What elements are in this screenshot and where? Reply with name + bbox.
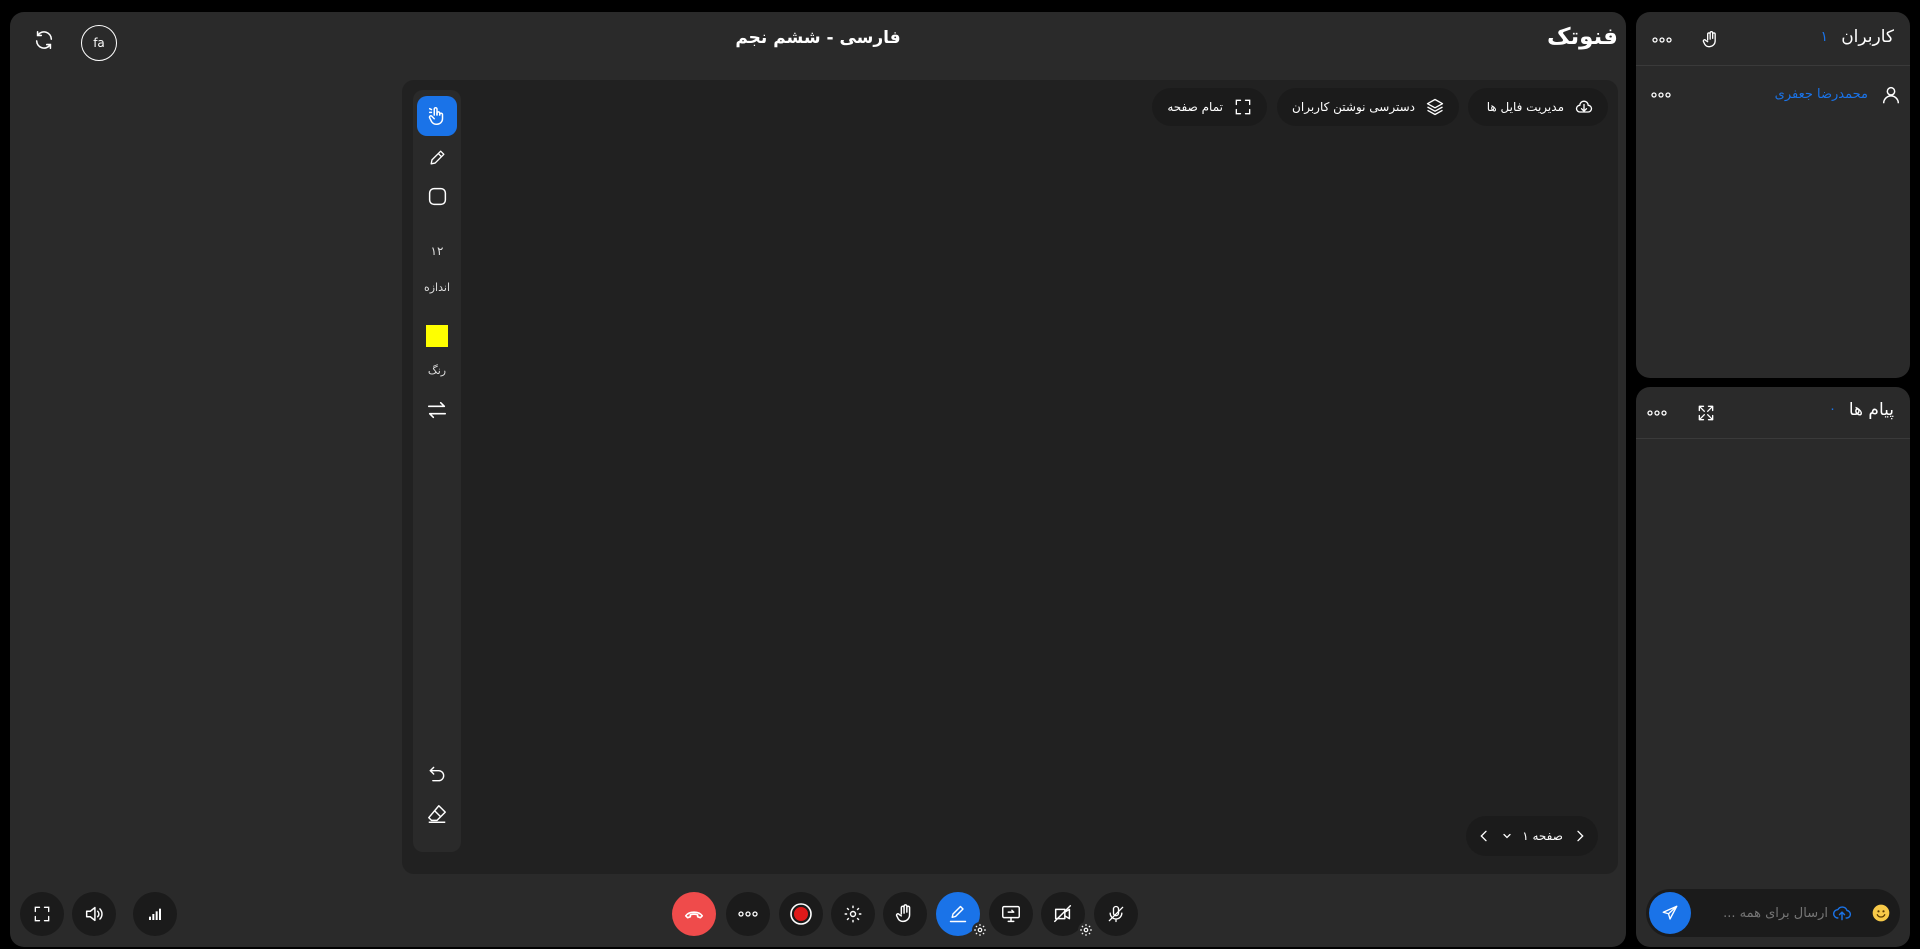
camera-settings-badge[interactable] <box>1078 922 1094 938</box>
color-label: رنگ <box>427 364 447 377</box>
expand-icon <box>1698 405 1714 421</box>
gear-small-icon <box>1080 924 1092 936</box>
fullscreen-icon <box>1235 99 1251 115</box>
user-name: محمدرضا جعفری <box>1774 87 1868 102</box>
color-swatch[interactable] <box>426 325 448 347</box>
users-more-button[interactable] <box>1650 32 1674 48</box>
raise-hand-button[interactable] <box>883 892 927 936</box>
previous-page-button[interactable] <box>1476 828 1492 844</box>
hand-raise-icon <box>895 904 911 923</box>
users-panel: کاربران ۱ محمدرضا جعفری <box>1636 12 1910 378</box>
size-value[interactable]: ۱۲ <box>407 244 467 258</box>
messages-title: پیام ها <box>1848 400 1894 420</box>
layers-icon <box>1426 98 1444 116</box>
phone-hangup-icon <box>684 911 704 919</box>
hand-pointer-icon <box>428 107 444 125</box>
more-options-button[interactable] <box>726 892 770 936</box>
gear-icon <box>844 905 862 923</box>
upload-icon <box>1832 906 1852 921</box>
page-dropdown[interactable] <box>1501 830 1513 842</box>
more-dots-icon <box>1651 92 1671 98</box>
fullscreen-button[interactable]: تمام صفحه <box>1152 88 1267 126</box>
file-manager-button[interactable]: مدیریت فایل ها <box>1468 88 1608 126</box>
expand-messages-button[interactable] <box>1693 400 1719 426</box>
main-panel: fa فارسی - ششم نجم فنوتک <box>10 12 1626 947</box>
next-page-button[interactable] <box>1572 828 1588 844</box>
send-icon <box>1662 905 1678 920</box>
camera-off-icon <box>1054 905 1072 923</box>
signal-icon <box>149 908 161 920</box>
fullscreen-label: تمام صفحه <box>1167 100 1223 114</box>
emoji-icon <box>1872 904 1890 922</box>
user-write-access-button[interactable]: دسترسی نوشتن کاربران <box>1277 88 1459 126</box>
eraser-icon <box>428 805 446 823</box>
screen-share-button[interactable] <box>989 892 1033 936</box>
screen-share-icon <box>1002 905 1020 923</box>
page-title: فارسی - ششم نجم <box>735 28 901 48</box>
messages-count: ۰ <box>1829 402 1836 417</box>
more-dots-icon <box>738 911 758 917</box>
pencil-icon <box>429 149 445 165</box>
gear-small-icon <box>974 924 986 936</box>
messages-panel: پیام ها ۰ <box>1636 387 1910 947</box>
microphone-off-icon <box>1108 905 1124 923</box>
chevron-right-icon <box>1577 830 1584 842</box>
pen-settings-badge[interactable] <box>972 922 988 938</box>
messages-more-button[interactable] <box>1645 405 1669 421</box>
hangup-button[interactable] <box>672 892 716 936</box>
user-more-button[interactable] <box>1651 92 1671 98</box>
square-icon <box>428 187 446 205</box>
expand-icon <box>34 906 50 922</box>
pen-tool-button[interactable] <box>417 137 457 177</box>
chevron-left-icon <box>1480 830 1487 842</box>
page-pager: صفحه ۱ <box>1466 816 1598 856</box>
raise-hand-list-button[interactable] <box>1698 27 1724 53</box>
swap-button[interactable] <box>417 390 457 430</box>
speaker-button[interactable] <box>72 892 116 936</box>
users-count: ۱ <box>1820 29 1828 45</box>
shape-tool-button[interactable] <box>417 176 457 216</box>
user-icon <box>1880 84 1902 106</box>
page-label[interactable]: صفحه ۱ <box>1522 829 1563 843</box>
user-write-access-label: دسترسی نوشتن کاربران <box>1292 100 1415 114</box>
record-button[interactable] <box>779 892 823 936</box>
send-button[interactable] <box>1649 892 1691 934</box>
undo-icon <box>429 766 445 782</box>
whiteboard[interactable] <box>402 80 1618 874</box>
connection-quality-button[interactable] <box>133 892 177 936</box>
eraser-button[interactable] <box>417 794 457 834</box>
upload-file-button[interactable] <box>1830 901 1854 925</box>
more-dots-icon <box>1647 410 1667 416</box>
file-manager-label: مدیریت فایل ها <box>1486 100 1564 114</box>
microphone-button[interactable] <box>1094 892 1138 936</box>
size-label: اندازه <box>423 281 451 294</box>
hand-raise-icon <box>1702 31 1716 48</box>
more-dots-icon <box>1652 37 1672 43</box>
cursor-tool-button[interactable] <box>417 96 457 136</box>
swap-arrows-icon <box>427 401 447 419</box>
message-input[interactable] <box>1696 899 1828 927</box>
chevron-down-icon <box>1503 833 1511 839</box>
emoji-button[interactable] <box>1869 901 1893 925</box>
pen-write-icon <box>949 905 967 923</box>
record-icon <box>790 903 812 925</box>
upload-cloud-icon <box>1575 100 1593 113</box>
settings-button[interactable] <box>831 892 875 936</box>
undo-button[interactable] <box>417 754 457 794</box>
user-list-item[interactable]: محمدرضا جعفری <box>1636 82 1910 112</box>
fullscreen-toggle-button[interactable] <box>20 892 64 936</box>
speaker-icon <box>85 906 103 922</box>
brand-logo: فنوتک <box>1546 24 1618 50</box>
users-title: کاربران <box>1841 27 1894 47</box>
